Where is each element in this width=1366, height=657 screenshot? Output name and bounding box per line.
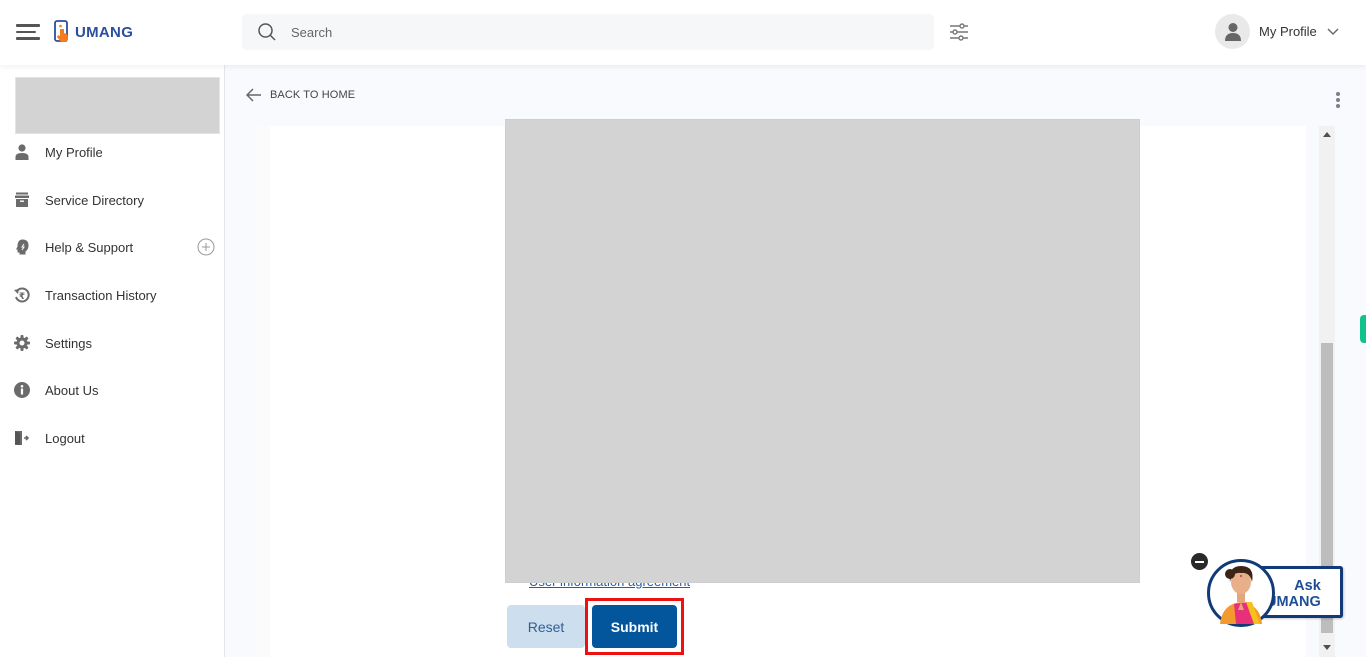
profile-label: My Profile <box>1259 24 1317 39</box>
scroll-down-arrow-icon[interactable] <box>1323 645 1331 650</box>
sidebar: My Profile Service Directory Help & Supp… <box>0 65 225 657</box>
sidebar-banner-placeholder <box>15 77 220 134</box>
scroll-up-arrow-icon[interactable] <box>1323 132 1331 137</box>
logo-text: UMANG <box>75 23 134 41</box>
sidebar-item-transaction-history[interactable]: ₹ Transaction History <box>0 275 224 315</box>
expand-plus-icon[interactable] <box>197 238 215 256</box>
search-icon <box>258 23 276 41</box>
form-content-placeholder <box>505 119 1140 583</box>
ask-umang-minimize-icon[interactable] <box>1191 553 1208 570</box>
avatar <box>1215 14 1250 49</box>
hamburger-menu-icon[interactable] <box>16 24 40 42</box>
sidebar-item-label: Help & Support <box>45 239 134 255</box>
assistant-character-icon <box>1220 566 1262 624</box>
sidebar-item-about-us[interactable]: About Us <box>0 370 224 410</box>
ask-umang-chatbot-button[interactable]: Ask UMANG <box>1190 548 1345 630</box>
sidebar-item-settings[interactable]: Settings <box>0 323 224 363</box>
sidebar-item-label: Logout <box>45 430 85 446</box>
ask-umang-avatar <box>1207 559 1275 627</box>
feedback-side-tab[interactable] <box>1360 315 1366 343</box>
archive-icon <box>12 190 32 210</box>
back-to-home-label: BACK TO HOME <box>270 89 356 101</box>
arrow-left-icon <box>246 88 261 102</box>
sidebar-item-logout[interactable]: Logout <box>0 418 224 458</box>
sidebar-item-label: Settings <box>45 335 92 351</box>
more-options-icon[interactable] <box>1334 90 1342 110</box>
reset-button[interactable]: Reset <box>507 605 585 648</box>
submit-button[interactable]: Submit <box>592 605 677 648</box>
back-to-home-link[interactable]: BACK TO HOME <box>246 88 355 102</box>
chevron-down-icon <box>1327 28 1339 35</box>
logout-icon <box>12 428 32 448</box>
top-header: UMANG My Profile <box>0 0 1366 65</box>
headset-icon <box>12 237 32 257</box>
rupee-history-icon: ₹ <box>12 285 32 305</box>
profile-menu[interactable]: My Profile <box>1215 14 1339 49</box>
sidebar-item-label: About Us <box>45 382 99 398</box>
user-avatar-icon <box>1224 22 1241 41</box>
search-input[interactable] <box>291 24 891 40</box>
user-icon <box>12 142 32 162</box>
sidebar-item-service-directory[interactable]: Service Directory <box>0 180 224 220</box>
umang-logo[interactable]: UMANG <box>54 20 133 44</box>
sidebar-item-label: Transaction History <box>45 287 157 303</box>
svg-text:₹: ₹ <box>19 292 25 302</box>
sidebar-item-help-support[interactable]: Help & Support <box>0 227 224 267</box>
search-bar <box>242 14 934 50</box>
sidebar-item-label: My Profile <box>45 144 103 160</box>
sidebar-item-my-profile[interactable]: My Profile <box>0 132 224 172</box>
umang-logo-icon <box>54 20 68 42</box>
gear-icon <box>12 333 32 353</box>
submit-highlight-box: Submit <box>585 598 684 655</box>
info-icon <box>12 380 32 400</box>
sidebar-item-label: Service Directory <box>45 192 144 208</box>
filter-sliders-icon[interactable] <box>949 22 969 42</box>
